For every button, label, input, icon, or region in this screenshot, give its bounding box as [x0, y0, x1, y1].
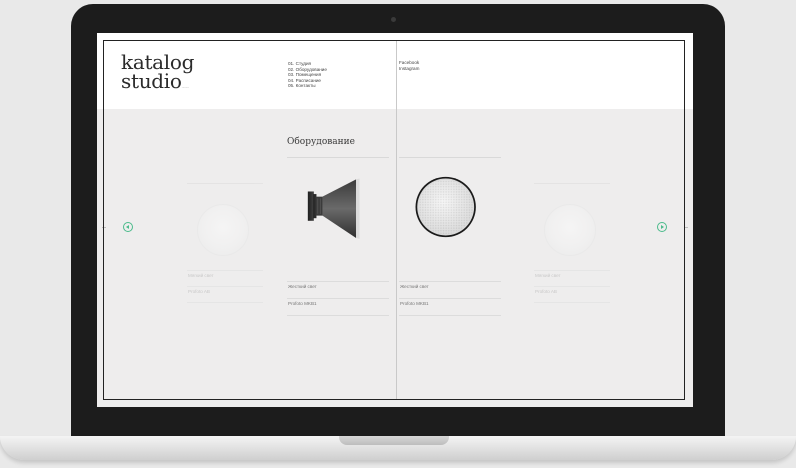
instagram-link[interactable]: Instagram: [399, 66, 419, 72]
item-caption: Мягкий свет: [188, 273, 214, 278]
item-line: [399, 281, 501, 282]
arrow-left-icon: [126, 225, 130, 230]
honeycomb-grid-icon: [415, 176, 476, 238]
item-line: [287, 298, 389, 299]
item-line: [287, 315, 389, 316]
reflector-icon: [307, 178, 360, 239]
item-model: Profoto MKB1: [400, 301, 429, 306]
item-line: [534, 302, 610, 303]
item-line: [287, 281, 389, 282]
main-nav: 01. Студия 02. Оборудование 03. Помещени…: [288, 61, 327, 89]
arrow-right-icon: [661, 225, 665, 230]
item-model: Profoto AB: [535, 289, 557, 294]
left-guide-tick: [102, 227, 106, 228]
laptop-notch: [339, 436, 449, 445]
site-logo[interactable]: katalog studio........: [121, 52, 194, 97]
logo-line-2-text: studio: [121, 69, 182, 93]
social-links: Facebook Instagram: [399, 60, 419, 71]
logo-suffix: ........: [181, 85, 190, 89]
center-guide-line: [396, 40, 397, 400]
facebook-link[interactable]: Facebook: [399, 60, 419, 66]
item-line: [399, 298, 501, 299]
item-top-line: [187, 183, 263, 184]
item-line: [534, 270, 610, 271]
item-caption: Жесткий свет: [288, 284, 317, 289]
item-top-line: [534, 183, 610, 184]
carousel-prev-button[interactable]: [123, 222, 133, 232]
softbox-disc-icon: [544, 204, 596, 256]
carousel-next-button[interactable]: [657, 222, 667, 232]
item-model: Profoto AB: [188, 289, 210, 294]
item-line: [187, 302, 263, 303]
softbox-disc-icon: [197, 204, 249, 256]
item-caption: Мягкий свет: [535, 273, 561, 278]
browser-viewport: katalog studio........ 01. Студия 02. Об…: [97, 33, 693, 407]
section-title: Оборудование: [287, 137, 355, 147]
logo-line-2: studio........: [121, 69, 194, 97]
nav-item-rooms[interactable]: 03. Помещения: [288, 72, 327, 78]
item-caption: Жесткий свет: [400, 284, 429, 289]
item-line: [187, 286, 263, 287]
item-line: [399, 315, 501, 316]
right-guide-tick: [684, 227, 688, 228]
webcam: [391, 17, 396, 22]
item-model: Profoto MKB1: [288, 301, 317, 306]
item-line: [534, 286, 610, 287]
nav-item-contacts[interactable]: 05. Контакты: [288, 83, 327, 89]
item-line: [187, 270, 263, 271]
